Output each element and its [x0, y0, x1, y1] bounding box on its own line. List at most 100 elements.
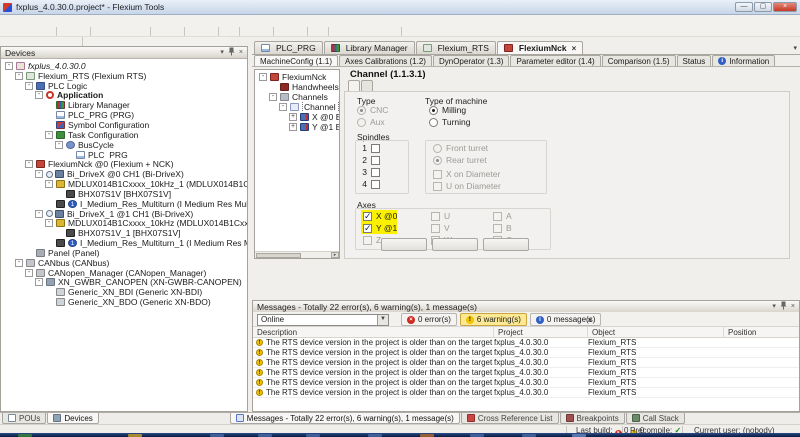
tree-item[interactable]: 1 I_Medium_Res_Multiturn_1 (I Medium Res…	[3, 238, 247, 248]
axis-checkbox[interactable]	[431, 224, 440, 233]
tree-item[interactable]: - Flexium_RTS (Flexium RTS)	[3, 71, 247, 81]
expander-icon[interactable]: -	[35, 210, 43, 218]
tool-window-tab[interactable]: Breakpoints	[560, 413, 625, 424]
scrollbar-thumb[interactable]	[256, 253, 301, 258]
column-header[interactable]: Project	[494, 327, 588, 338]
radio-icon[interactable]	[429, 118, 438, 127]
expander-icon[interactable]: -	[15, 259, 23, 267]
tree-item[interactable]: - PLC Logic	[3, 81, 247, 91]
tree-item[interactable]: - CANbus (CANbus)	[3, 258, 247, 268]
axis-checkbox[interactable]	[493, 212, 502, 221]
expander-icon[interactable]: -	[269, 93, 277, 101]
radio-icon[interactable]	[357, 106, 366, 115]
dock-menu-icon[interactable]: ▾	[220, 49, 224, 57]
axis-option[interactable]: B	[491, 222, 512, 234]
expander-icon[interactable]: -	[55, 141, 63, 149]
tree-item[interactable]: - fxplus_4.0.30.0	[3, 61, 247, 71]
close-icon[interactable]: ×	[239, 49, 243, 57]
tree-item[interactable]: - FlexiumNck @0 (Flexium + NCK)	[3, 159, 247, 169]
radio-option[interactable]: Aux	[355, 116, 388, 128]
expander-icon[interactable]: -	[15, 72, 23, 80]
horizontal-scrollbar[interactable]: ▸	[255, 251, 339, 258]
tree-item[interactable]: - Bi_DriveX @0 CH1 (Bi-DriveX)	[3, 169, 247, 179]
tree-item[interactable]: - CANopen_Manager (CANopen_Manager)	[3, 268, 247, 278]
action-button[interactable]	[483, 238, 529, 251]
tree-item[interactable]: - Task Configuration	[3, 130, 247, 140]
document-tab[interactable]: Library Manager	[324, 41, 415, 54]
axis-checkbox[interactable]	[493, 224, 502, 233]
column-header[interactable]: Position	[724, 327, 798, 338]
tree-item[interactable]: - XN_GWBR_CANOPEN (XN-GWBR-CANOPEN)	[3, 278, 247, 288]
message-category-select[interactable]: Online ▼	[257, 314, 389, 326]
expander-icon[interactable]: -	[45, 219, 53, 227]
filter-toggle-button[interactable]: 0 error(s)	[401, 313, 457, 326]
nck-subtab[interactable]: Comparison (1.5)	[602, 55, 676, 66]
tree-item[interactable]: - Bi_DriveX_1 @1 CH1 (Bi-DriveX)	[3, 209, 247, 219]
axis-option[interactable]: A	[491, 210, 512, 222]
tree-item[interactable]: Panel (Panel)	[3, 248, 247, 258]
action-button[interactable]	[432, 238, 478, 251]
message-row[interactable]: The RTS device version in the project is…	[253, 348, 799, 358]
message-row[interactable]: The RTS device version in the project is…	[253, 338, 799, 348]
tree-item[interactable]: - MDLUX014B1Cxxxx_10kHz_1 (MDLUX014B1Cxx…	[3, 179, 247, 189]
tree-item[interactable]: Handwheels	[257, 82, 339, 92]
tree-item[interactable]: - MDLUX014B1Cxxxx_10kHz (MDLUX014B1Cxxxx…	[3, 219, 247, 229]
message-row[interactable]: The RTS device version in the project is…	[253, 388, 799, 398]
pin-icon[interactable]	[780, 301, 787, 313]
axis-option[interactable]: V	[429, 222, 452, 234]
nck-subtab[interactable]: i Information	[712, 55, 775, 66]
tool-window-tab[interactable]: Cross Reference List	[461, 413, 559, 424]
view-tab[interactable]: POUs	[2, 413, 46, 424]
config-tab[interactable]	[361, 80, 373, 91]
tree-item[interactable]: - Application	[3, 91, 247, 101]
tree-item[interactable]: BHX07S1V [BHX07S1V]	[3, 189, 247, 199]
document-tab[interactable]: PLC_PRG	[254, 41, 323, 54]
spindle-checkbox[interactable]	[371, 144, 380, 153]
tree-item[interactable]: Library Manager	[3, 100, 247, 110]
expander-icon[interactable]: -	[279, 103, 287, 111]
tree-item[interactable]: BHX07S1V_1 [BHX07S1V]	[3, 228, 247, 238]
axis-checkbox[interactable]	[363, 236, 372, 245]
nck-subtab[interactable]: MachineConfig (1.1)	[254, 55, 338, 66]
spindle-checkbox[interactable]	[371, 156, 380, 165]
tree-item[interactable]: - Channels	[257, 92, 339, 102]
tree-item[interactable]: - FlexiumNck	[257, 72, 339, 82]
tree-item[interactable]: PLC_PRG	[3, 150, 247, 160]
document-tab[interactable]: FlexiumNck ×	[497, 41, 583, 54]
tree-item[interactable]: + Y @1 Bi_DriveX_1	[257, 122, 339, 132]
expander-icon[interactable]: +	[289, 123, 297, 131]
message-row[interactable]: The RTS device version in the project is…	[253, 368, 799, 378]
expander-icon[interactable]: -	[259, 73, 267, 81]
axis-option[interactable]: U	[429, 210, 452, 222]
column-header[interactable]: Description	[253, 327, 494, 338]
axis-checkbox[interactable]	[363, 212, 372, 221]
tree-item[interactable]: Generic_XN_BDI (Generic XN-BDI)	[3, 287, 247, 297]
document-tab[interactable]: Flexium_RTS	[416, 41, 496, 54]
expander-icon[interactable]: -	[5, 62, 13, 70]
radio-icon[interactable]	[429, 106, 438, 115]
minimize-button[interactable]: —	[735, 2, 753, 12]
clear-messages-icon[interactable]: ×	[587, 315, 592, 325]
nck-subtab[interactable]: Status	[677, 55, 712, 66]
expander-icon[interactable]: -	[35, 170, 43, 178]
expander-icon[interactable]: -	[25, 269, 33, 277]
chevron-down-icon[interactable]: ▼	[377, 315, 388, 325]
axis-checkbox[interactable]	[431, 212, 440, 221]
tab-close-icon[interactable]: ×	[572, 44, 577, 53]
windows-taskbar[interactable]	[0, 433, 800, 437]
expander-icon[interactable]: -	[25, 160, 33, 168]
radio-option[interactable]: CNC	[355, 104, 388, 116]
tool-window-tab[interactable]: Call Stack	[626, 413, 685, 424]
expander-icon[interactable]: -	[45, 180, 53, 188]
config-tab[interactable]	[348, 80, 360, 91]
scroll-right-icon[interactable]: ▸	[331, 252, 339, 258]
radio-icon[interactable]	[357, 118, 366, 127]
tree-item[interactable]: Generic_XN_BDO (Generic XN-BDO)	[3, 297, 247, 307]
axis-option[interactable]: X @0	[361, 210, 397, 222]
expander-icon[interactable]: -	[45, 131, 53, 139]
tree-item[interactable]: Symbol Configuration	[3, 120, 247, 130]
column-header[interactable]: Object	[588, 327, 724, 338]
nck-subtab[interactable]: Axes Calibrations (1.2)	[339, 55, 432, 66]
radio-option[interactable]: Milling	[427, 104, 471, 116]
message-row[interactable]: The RTS device version in the project is…	[253, 378, 799, 388]
